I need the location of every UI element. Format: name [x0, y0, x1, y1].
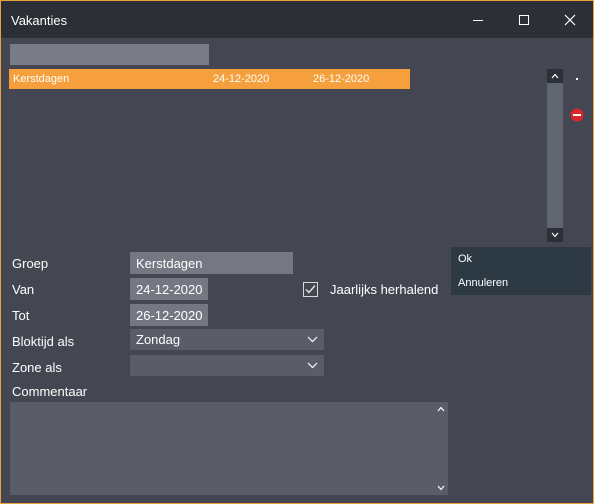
list-scrollbar[interactable]	[547, 69, 563, 242]
zone-select[interactable]	[130, 355, 324, 376]
button-panel: Ok Annuleren	[451, 247, 591, 295]
jaarlijks-checkbox[interactable]	[303, 282, 318, 297]
dot-icon[interactable]	[576, 78, 578, 80]
minimize-icon	[473, 19, 483, 21]
window-title: Vakanties	[11, 13, 68, 28]
title-bar: Vakanties	[1, 1, 593, 38]
tot-label: Tot	[12, 308, 30, 323]
chevron-down-icon	[307, 362, 318, 369]
jaarlijks-label: Jaarlijks herhalend	[330, 282, 439, 297]
holiday-name: Kerstdagen	[13, 73, 70, 85]
scroll-up-button[interactable]	[433, 402, 448, 416]
bloktijd-select[interactable]: Zondag	[130, 329, 324, 350]
scroll-down-button[interactable]	[433, 481, 448, 495]
chevron-down-icon	[551, 232, 559, 238]
close-icon	[564, 14, 576, 25]
zone-label: Zone als	[12, 360, 62, 375]
chevron-down-icon	[437, 485, 444, 491]
comment-textarea[interactable]	[10, 402, 448, 495]
ok-button[interactable]: Ok	[451, 247, 591, 271]
holiday-list: Kerstdagen 24-12-2020 26-12-2020	[9, 68, 564, 243]
remove-icon[interactable]	[570, 108, 584, 122]
chevron-down-icon	[307, 336, 318, 343]
commentaar-label: Commentaar	[12, 384, 88, 399]
bloktijd-label: Bloktijd als	[12, 334, 75, 349]
bloktijd-value: Zondag	[136, 332, 181, 347]
scroll-up-button[interactable]	[547, 69, 563, 83]
list-item[interactable]: Kerstdagen 24-12-2020 26-12-2020	[9, 69, 410, 89]
holiday-from: 24-12-2020	[213, 73, 270, 85]
comment-scrollbar[interactable]	[433, 402, 448, 495]
chevron-up-icon	[437, 406, 444, 412]
scroll-thumb[interactable]	[547, 83, 563, 228]
chevron-up-icon	[551, 73, 559, 79]
maximize-button[interactable]	[501, 1, 547, 38]
vakanties-dialog: Vakanties Kerstdagen 24-12-2020 26-12-20…	[0, 0, 594, 504]
search-input[interactable]	[10, 44, 209, 65]
minimize-button[interactable]	[455, 1, 501, 38]
checkmark-icon	[305, 285, 316, 294]
groep-input[interactable]	[130, 252, 293, 274]
scroll-down-button[interactable]	[547, 228, 563, 242]
close-button[interactable]	[547, 1, 593, 38]
holiday-to: 26-12-2020	[313, 73, 370, 85]
van-date-input[interactable]	[130, 278, 208, 300]
van-label: Van	[12, 282, 35, 297]
tot-date-input[interactable]	[130, 304, 208, 326]
maximize-icon	[519, 14, 529, 25]
groep-label: Groep	[12, 256, 49, 271]
cancel-button[interactable]: Annuleren	[451, 271, 591, 295]
